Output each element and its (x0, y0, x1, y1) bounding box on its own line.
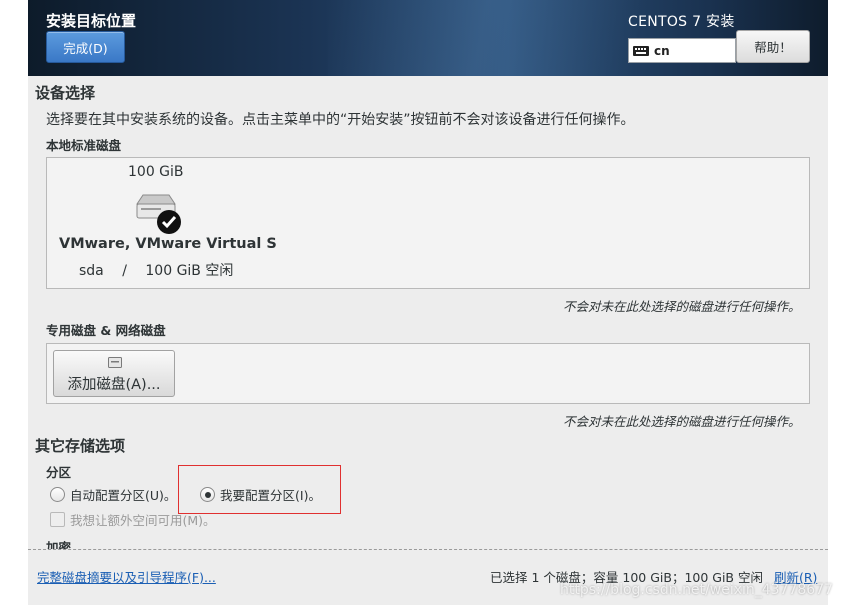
full-disk-summary-link[interactable]: 完整磁盘摘要以及引导程序(F)... (37, 567, 216, 586)
keyboard-layout-indicator[interactable]: cn (628, 38, 736, 63)
disk-name: VMware, VMware Virtual S (59, 236, 277, 252)
local-disks-note: 不会对未在此处选择的磁盘进行任何操作。 (563, 299, 801, 314)
product-title: CENTOS 7 安装 (628, 14, 735, 30)
device-selection-description: 选择要在其中安装系统的设备。点击主菜单中的“开始安装”按钮前不会对该设备进行任何… (46, 112, 635, 128)
auto-partition-radio[interactable]: 自动配置分区(U)。 (50, 485, 176, 504)
disk-free-space: 100 GiB 空闲 (145, 263, 234, 279)
checkbox-indicator (50, 512, 65, 527)
specialized-disks-heading: 专用磁盘 & 网络磁盘 (46, 323, 166, 338)
installer-window: 安装目标位置 完成(D) CENTOS 7 安装 cn 帮助！ 设备选择 选择要… (28, 0, 828, 605)
encryption-heading: 加密 (46, 540, 72, 549)
keyboard-layout-label: cn (654, 43, 670, 58)
annotation-highlight-box (178, 465, 341, 514)
done-button[interactable]: 完成(D) (46, 31, 125, 63)
auto-partition-label: 自动配置分区(U)。 (70, 488, 177, 503)
keyboard-icon (633, 45, 649, 56)
disk-size: 100 GiB (128, 164, 184, 180)
page-title: 安装目标位置 (46, 12, 137, 30)
header-decoration (328, 0, 668, 76)
disk-sda[interactable]: 100 GiB VMware, VMware Virtual S sda / 1… (55, 164, 277, 282)
disk-details: sda / 100 GiB 空闲 (79, 260, 233, 280)
add-disk-icon (108, 357, 122, 368)
local-disks-heading: 本地标准磁盘 (46, 138, 122, 153)
disk-separator: / (122, 263, 127, 279)
hard-disk-selected-icon (136, 194, 181, 234)
extra-space-label: 我想让额外空间可用(M)。 (70, 513, 216, 528)
specialized-disks-note: 不会对未在此处选择的磁盘进行任何操作。 (563, 414, 801, 429)
device-selection-heading: 设备选择 (35, 84, 96, 102)
header-bar: 安装目标位置 完成(D) CENTOS 7 安装 cn 帮助！ (28, 0, 828, 76)
specialized-disks-panel: 添加磁盘(A)... (46, 343, 810, 404)
partitioning-heading: 分区 (46, 465, 72, 480)
other-storage-heading: 其它存储选项 (35, 437, 126, 455)
help-button[interactable]: 帮助！ (736, 30, 810, 63)
disk-device: sda (79, 263, 104, 279)
radio-indicator (50, 487, 65, 502)
local-disks-panel: 100 GiB VMware, VMware Virtual S sda / 1… (46, 157, 810, 289)
add-disk-label: 添加磁盘(A)... (67, 377, 161, 393)
watermark: https://blog.csdn.net/weixin_43778677 (560, 582, 834, 598)
footer-divider (28, 549, 828, 550)
extra-space-checkbox[interactable]: 我想让额外空间可用(M)。 (50, 510, 216, 529)
add-disk-button[interactable]: 添加磁盘(A)... (53, 350, 175, 397)
